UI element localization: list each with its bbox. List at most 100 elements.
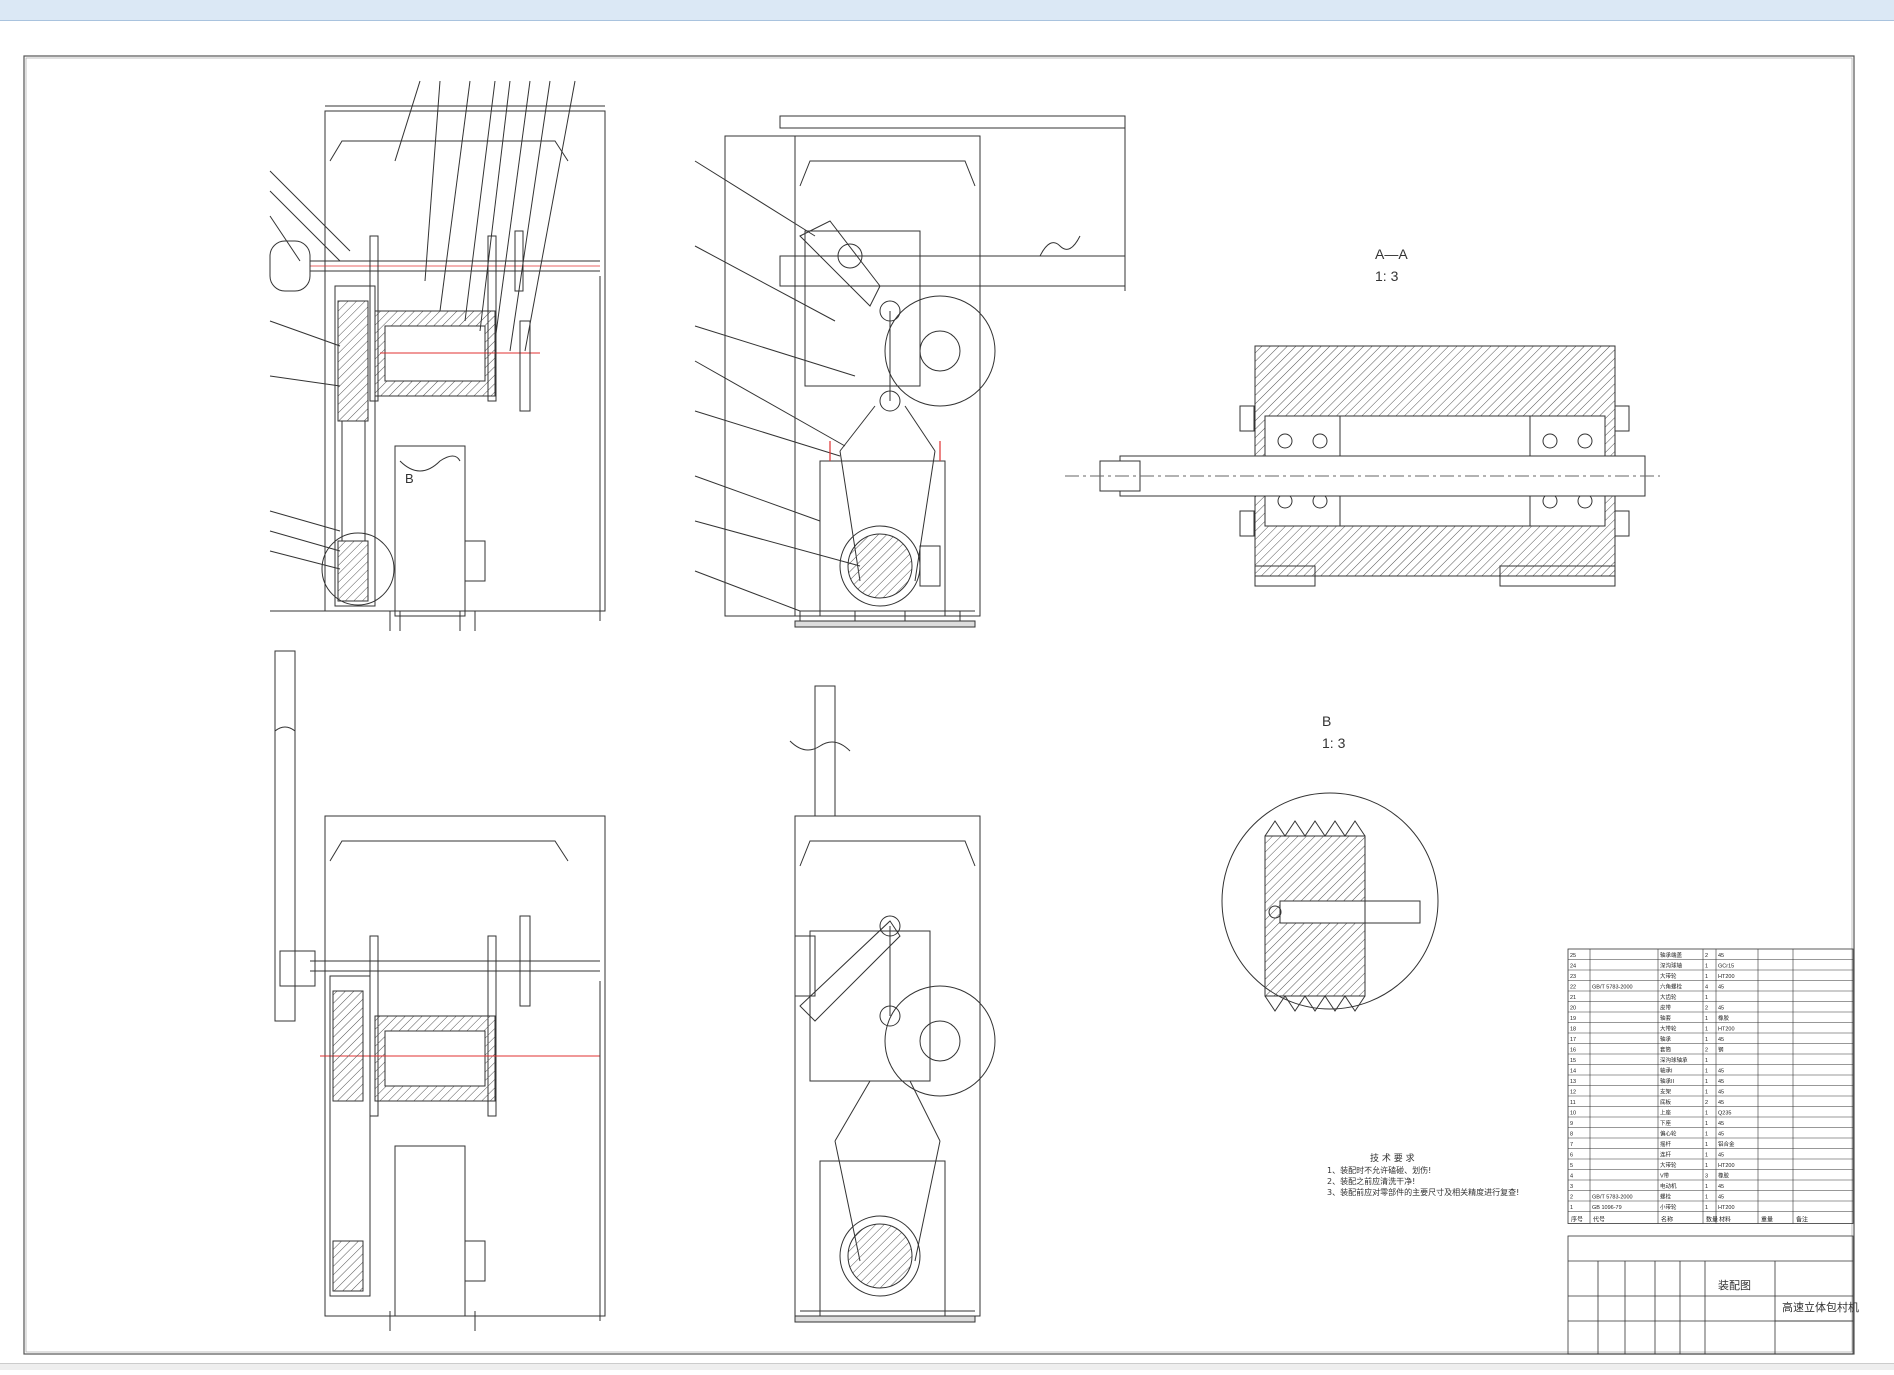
status-strip: [0, 1363, 1894, 1370]
bom-cell: HT200: [1718, 1163, 1735, 1169]
bom-cell: HT200: [1718, 1027, 1735, 1033]
bom-cell: 1: [1705, 1027, 1708, 1033]
bom-cell: 1: [1705, 1090, 1708, 1096]
bom-cell: 13: [1570, 1079, 1576, 1085]
bom-cell: 下座: [1660, 1119, 1672, 1127]
bom-cell: 3: [1570, 1184, 1573, 1190]
bom-cell: 2: [1570, 1195, 1573, 1201]
bom-cell: 螺栓: [1660, 1193, 1672, 1201]
bom-cell: 45: [1718, 1121, 1724, 1127]
bom-cell: 1: [1705, 1153, 1708, 1159]
bom-cell: 1: [1705, 1037, 1708, 1043]
bom-header-cell: 名称: [1661, 1216, 1673, 1224]
bom-cell: 1: [1705, 1142, 1708, 1148]
bom-cell: 4: [1570, 1174, 1573, 1180]
bom-cell: 11: [1570, 1100, 1576, 1106]
bom-cell: 1: [1705, 1205, 1708, 1211]
bom-cell: 上座: [1660, 1109, 1672, 1117]
bom-header-cell: 备注: [1796, 1216, 1808, 1224]
bom-cell: GB/T 5783-2000: [1592, 985, 1633, 991]
detail-b-scale: 1: 3: [1322, 735, 1346, 751]
bill-of-materials: 25轴承端盖24524深沟球轴1GCr1523大带轮1HT20022GB/T 5…: [1568, 949, 1853, 1224]
bom-cell: 深沟球轴: [1660, 962, 1683, 970]
bom-cell: GB 1096-79: [1592, 1205, 1622, 1211]
bom-header-cell: 序号: [1571, 1216, 1583, 1224]
bom-cell: HT200: [1718, 974, 1735, 980]
bom-cell: 45: [1718, 953, 1724, 959]
bom-cell: 6: [1570, 1153, 1573, 1159]
bom-cell: 17: [1570, 1037, 1576, 1043]
bom-cell: Q235: [1718, 1111, 1731, 1117]
bom-cell: 1: [1705, 1163, 1708, 1169]
bom-cell: 23: [1570, 974, 1576, 980]
bom-cell: 轴承端盖: [1660, 951, 1683, 959]
bom-cell: 19: [1570, 1016, 1576, 1022]
bom-cell: 摇杆: [1660, 1140, 1672, 1148]
bom-cell: 15: [1570, 1058, 1576, 1064]
drawing-name: 装配图: [1718, 1279, 1751, 1292]
bom-cell: 1: [1705, 1132, 1708, 1138]
bom-cell: 1: [1705, 1069, 1708, 1075]
bom-cell: 小带轮: [1660, 1203, 1677, 1211]
bom-cell: 45: [1718, 1079, 1724, 1085]
bom-cell: 3: [1705, 1174, 1708, 1180]
bom-cell: 1: [1705, 964, 1708, 970]
detail-b-drawing: [1222, 793, 1438, 1011]
bom-cell: 45: [1718, 1006, 1724, 1012]
bom-cell: 轴承: [1660, 1035, 1672, 1043]
bom-cell: V带: [1660, 1173, 1670, 1180]
bom-cell: 连杆: [1660, 1151, 1672, 1159]
drawing-viewport[interactable]: B: [0, 21, 1894, 1370]
bom-header-cell: 材料: [1719, 1216, 1731, 1224]
bom-cell: 橡胶: [1718, 1014, 1730, 1022]
section-aa-scale: 1: 3: [1375, 268, 1399, 284]
cad-drawing-canvas: B: [0, 21, 1894, 1370]
bom-cell: 2: [1705, 1006, 1708, 1012]
bom-cell: 皮带: [1660, 1004, 1672, 1012]
bom-cell: 9: [1570, 1121, 1573, 1127]
front-view-upper: [270, 81, 605, 631]
bom-cell: 4: [1705, 985, 1708, 991]
bom-cell: 12: [1570, 1090, 1576, 1096]
bom-cell: 14: [1570, 1069, 1576, 1075]
bom-cell: 1: [1705, 974, 1708, 980]
bom-cell: 45: [1718, 1184, 1724, 1190]
bom-cell: HT200: [1718, 1205, 1735, 1211]
side-view-lower: [790, 686, 995, 1322]
bom-cell: 7: [1570, 1142, 1573, 1148]
bom-cell: 大带轮: [1660, 1025, 1677, 1033]
bom-cell: 铝合金: [1718, 1140, 1735, 1148]
tech-req-item-3: 3、装配前应对零部件的主要尺寸及相关精度进行复查!: [1327, 1187, 1519, 1197]
bom-cell: 45: [1718, 1132, 1724, 1138]
bom-cell: 1: [1705, 1058, 1708, 1064]
bom-cell: 45: [1718, 1153, 1724, 1159]
bom-cell: 24: [1570, 964, 1576, 970]
bom-header-cell: 重量: [1761, 1216, 1773, 1224]
tech-req-item-2: 2、装配之前应清洗干净!: [1327, 1176, 1415, 1186]
bom-cell: 橡胶: [1718, 1172, 1730, 1180]
bom-cell: 16: [1570, 1048, 1576, 1054]
window-title-bar: [0, 0, 1894, 21]
title-block: [1568, 1236, 1853, 1354]
bom-cell: GCr15: [1718, 964, 1734, 970]
bom-cell: 20: [1570, 1006, 1576, 1012]
bom-cell: 支架: [1660, 1088, 1672, 1096]
bom-cell: 1: [1705, 1184, 1708, 1190]
side-view-red-marks: [830, 441, 940, 461]
bom-cell: GB/T 5783-2000: [1592, 1195, 1633, 1201]
bom-cell: 45: [1718, 1195, 1724, 1201]
bom-cell: 45: [1718, 1037, 1724, 1043]
tech-req-heading: 技 术 要 求: [1370, 1152, 1415, 1164]
bom-header-cell: 代号: [1593, 1216, 1605, 1224]
detail-b-label: B: [1322, 713, 1331, 729]
bom-cell: 45: [1718, 985, 1724, 991]
bom-cell: 45: [1718, 1069, 1724, 1075]
bom-cell: 2: [1705, 953, 1708, 959]
bom-cell: 套筒: [1660, 1046, 1672, 1054]
bom-cell: 大齿轮: [1660, 993, 1677, 1001]
bom-cell: 底板: [1660, 1098, 1672, 1106]
front-view-lower: [275, 651, 605, 1331]
bom-cell: 10: [1570, 1111, 1576, 1117]
bom-cell: 21: [1570, 995, 1576, 1001]
technical-requirements: 技 术 要 求 1、装配时不允许磕碰、划伤! 2、装配之前应清洗干净! 3、装配…: [1327, 1152, 1519, 1197]
